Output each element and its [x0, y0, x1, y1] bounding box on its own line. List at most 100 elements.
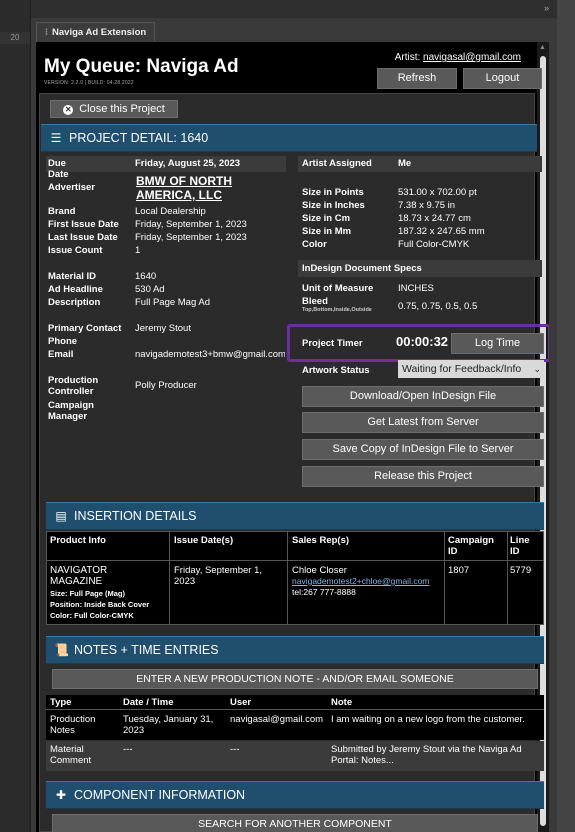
note-user: navigasal@gmail.com [230, 714, 324, 725]
production-controller-value: Polly Producer [135, 380, 197, 391]
size-inches-value: 7.38 x 9.75 in [398, 200, 456, 211]
indesign-specs-label: InDesign Document Specs [302, 263, 422, 274]
note-text: Submitted by Jeremy Stout via the Naviga… [331, 744, 522, 766]
host-left-toolbar: 20 [0, 0, 31, 832]
artwork-status-value: Waiting for Feedback/Info [402, 363, 522, 375]
collapse-icon[interactable]: » [544, 3, 549, 13]
product-name: NAVIGATOR MAGAZINE [50, 565, 108, 587]
campaign-id-value: 1807 [448, 565, 470, 576]
close-project-label: Close this Project [79, 103, 165, 115]
header-product-info: Product Info [50, 535, 106, 546]
chevron-down-icon: ⌄ [530, 360, 541, 378]
email-value[interactable]: navigademotest3+bmw@gmail.com [135, 349, 285, 360]
campaign-manager-label: Campaign Manager [48, 400, 94, 422]
material-id-value: 1640 [135, 271, 157, 282]
brand-value: Local Dealership [135, 206, 206, 217]
grip-icon[interactable]: ⁝ [45, 27, 48, 38]
size-inches-label: Size in Inches [302, 200, 365, 211]
logout-button[interactable]: Logout [463, 68, 542, 89]
scroll-up-icon[interactable]: ▲ [539, 44, 546, 51]
puzzle-icon: ✚ [55, 788, 67, 802]
artwork-status-select[interactable]: Waiting for Feedback/Info ⌄ [398, 360, 544, 378]
release-project-button[interactable]: Release this Project [302, 466, 544, 487]
email-label: Email [48, 349, 74, 360]
search-component-button[interactable]: SEARCH FOR ANOTHER COMPONENT [52, 814, 538, 832]
insertion-divider [46, 560, 544, 561]
version-label: VERSION: 2.2.0 | BUILD: 04.28.2022 [44, 80, 134, 86]
due-date-value: Friday, August 25, 2023 [135, 158, 241, 169]
line-id-value: 5779 [510, 565, 532, 576]
note-date: Tuesday, January 31, 2023 [123, 714, 214, 736]
component-header: ✚ COMPONENT INFORMATION [46, 781, 544, 809]
close-icon: ✕ [63, 105, 74, 115]
size-points-label: Size in Points [302, 187, 364, 198]
host-top-bar: » ≡ [0, 0, 575, 18]
size-cm-value: 18.73 x 24.77 cm [398, 213, 471, 224]
unit-value: INCHES [398, 283, 434, 294]
col-divider [507, 531, 508, 625]
notes-header-user: User [230, 697, 252, 708]
sliders-icon: ☰ [50, 131, 62, 145]
headline-label: Ad Headline [48, 284, 103, 295]
save-copy-button[interactable]: Save Copy of InDesign File to Server [302, 439, 544, 460]
note-date: --- [123, 744, 133, 755]
panel-tab-label: Naviga Ad Extension [52, 27, 147, 38]
first-issue-value: Friday, September 1, 2023 [135, 219, 247, 230]
col-divider [169, 531, 170, 625]
advertiser-value[interactable]: BMW OF NORTH AMERICA, LLC [136, 174, 232, 202]
description-value: Full Page Mag Ad [135, 297, 210, 308]
notes-title: NOTES + TIME ENTRIES [74, 643, 219, 657]
unit-label: Unit of Measure [302, 283, 374, 294]
component-title: COMPONENT INFORMATION [74, 788, 246, 802]
insertion-header: ▤ INSERTION DETAILS [46, 502, 544, 530]
rep-email-link[interactable]: navigademotest2+chloe@gmail.com [292, 576, 429, 587]
note-type: Material Comment [50, 744, 92, 766]
rep-phone: tel:267 777-8888 [292, 587, 356, 597]
extension-panel: ▲ My Queue: Naviga Ad VERSION: 2.2.0 | B… [36, 42, 549, 832]
artist-line: Artist: navigasal@gmail.com [395, 52, 521, 63]
page-title: My Queue: Naviga Ad [44, 56, 239, 77]
project-detail-title: PROJECT DETAIL: 1640 [69, 131, 209, 145]
color-label: Color [302, 239, 327, 250]
timer-label: Project Timer [302, 338, 363, 349]
bleed-sublabel: Top,Bottom,Inside,Outside [302, 307, 372, 313]
log-time-button[interactable]: Log Time [451, 333, 544, 354]
header-issue-dates: Issue Date(s) [174, 535, 234, 546]
material-id-label: Material ID [48, 271, 97, 282]
issue-count-label: Issue Count [48, 245, 103, 256]
bleed-value: 0.75, 0.75, 0.5, 0.5 [398, 301, 478, 312]
size-cm-label: Size in Cm [302, 213, 351, 224]
last-issue-label: Last Issue Date [48, 232, 118, 243]
project-detail-header: ☰ PROJECT DETAIL: 1640 [41, 124, 537, 152]
bleed-label: Bleed [302, 296, 328, 307]
color-value: Full Color-CMYK [398, 239, 470, 250]
phone-label: Phone [48, 336, 78, 347]
scroll-icon: 📜 [54, 643, 69, 657]
last-issue-value: Friday, September 1, 2023 [135, 232, 247, 243]
issue-count-value: 1 [135, 245, 141, 256]
project-body: ✕ Close this Project ☰ PROJECT DETAIL: 164… [39, 93, 549, 832]
notes-header: 📜 NOTES + TIME ENTRIES [46, 636, 544, 664]
card-icon: ▤ [55, 509, 67, 523]
issue-date: Friday, September 1, 2023 [174, 565, 263, 587]
primary-contact-value: Jeremy Stout [135, 323, 191, 334]
notes-header-date: Date / Time [123, 697, 174, 708]
get-latest-button[interactable]: Get Latest from Server [302, 412, 544, 433]
header-sales-reps: Sales Rep(s) [292, 535, 350, 546]
close-project-button[interactable]: ✕ Close this Project [50, 100, 178, 118]
host-right-toolbar [557, 0, 575, 832]
col-divider [444, 531, 445, 625]
note-user: --- [230, 744, 240, 755]
timer-value: 00:00:32 [396, 334, 449, 349]
production-controller-label: Production Controller [48, 375, 99, 397]
ruler-label: 20 [0, 32, 30, 44]
new-note-button[interactable]: ENTER A NEW PRODUCTION NOTE - AND/OR EMA… [52, 669, 538, 689]
first-issue-label: First Issue Date [48, 219, 119, 230]
primary-contact-label: Primary Contact [48, 323, 122, 334]
notes-header-type: Type [50, 697, 72, 708]
header-campaign-id: Campaign ID [448, 535, 494, 557]
panel-tab[interactable]: ⁝ Naviga Ad Extension [36, 22, 156, 43]
artist-email-link[interactable]: navigasal@gmail.com [423, 52, 521, 63]
download-indesign-button[interactable]: Download/Open InDesign File [302, 386, 544, 407]
refresh-button[interactable]: Refresh [377, 68, 457, 89]
